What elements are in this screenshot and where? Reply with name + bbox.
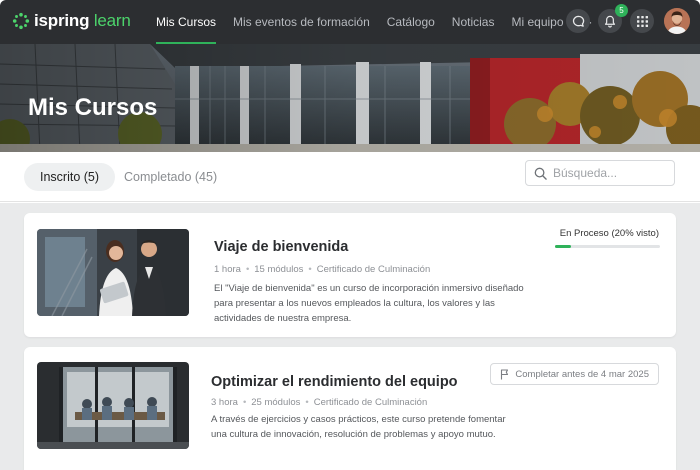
progress-fill — [555, 245, 571, 248]
top-navbar: ispring learn Mis Cursos Mis eventos de … — [0, 0, 700, 44]
chat-icon — [572, 15, 584, 27]
course-description: A través de ejercicios y casos prácticos… — [211, 414, 506, 440]
meta-separator: • — [242, 397, 247, 408]
nav-item-mis-eventos[interactable]: Mis eventos de formación — [233, 0, 370, 44]
chat-button[interactable] — [566, 9, 590, 33]
avatar[interactable] — [664, 8, 690, 34]
office-people-photo — [37, 229, 189, 316]
nav-item-mis-cursos[interactable]: Mis Cursos — [156, 0, 217, 44]
course-modules: 15 módulos — [254, 264, 304, 275]
notification-badge: 5 — [615, 4, 628, 17]
meta-separator: • — [308, 264, 312, 275]
nav-item-catalogo[interactable]: Catálogo — [387, 0, 435, 44]
search-icon — [534, 167, 547, 180]
hero-banner: Mis Cursos — [0, 44, 700, 152]
course-duration: 1 hora — [214, 264, 241, 275]
meeting-room-photo — [37, 362, 189, 449]
main-nav: Mis Cursos Mis eventos de formación Catá… — [156, 0, 610, 44]
apps-grid-icon — [636, 15, 648, 27]
bell-icon — [604, 15, 616, 28]
course-meta: 3 hora • 25 módulos • Certificado de Cul… — [211, 397, 427, 408]
course-status: En Proceso (20% visto) — [559, 228, 659, 239]
user-photo — [664, 8, 690, 34]
meta-separator: • — [245, 264, 250, 275]
course-certificate: Certificado de Culminación — [313, 397, 428, 408]
course-certificate: Certificado de Culminación — [316, 264, 431, 275]
nav-actions: 5 — [558, 4, 690, 34]
deadline-badge: Completar antes de 4 mar 2025 — [490, 363, 659, 385]
page-title: Mis Cursos — [28, 94, 158, 121]
course-card[interactable]: Optimizar el rendimiento del equipo 3 ho… — [24, 347, 676, 470]
tab-completado[interactable]: Completado (45) — [108, 163, 233, 191]
course-thumbnail[interactable] — [37, 229, 189, 316]
course-card[interactable]: Viaje de bienvenida 1 hora • 15 módulos … — [24, 213, 676, 337]
meta-separator: • — [305, 397, 309, 408]
logo-text: ispring learn — [34, 11, 131, 30]
apps-button[interactable] — [630, 9, 654, 33]
nav-item-mi-equipo[interactable]: Mi equipo — [511, 0, 563, 44]
nav-item-noticias[interactable]: Noticias — [452, 0, 495, 44]
logo[interactable]: ispring learn — [12, 11, 131, 31]
search-box[interactable] — [525, 160, 675, 186]
course-list: Viaje de bienvenida 1 hora • 15 módulos … — [0, 203, 700, 470]
course-duration: 3 hora — [211, 397, 238, 408]
course-modules: 25 módulos — [251, 397, 301, 408]
course-title[interactable]: Optimizar el rendimiento del equipo — [211, 374, 458, 390]
course-meta: 1 hora • 15 módulos • Certificado de Cul… — [214, 264, 430, 275]
course-title[interactable]: Viaje de bienvenida — [214, 239, 348, 255]
search-input[interactable] — [553, 166, 663, 180]
course-description: El "Viaje de bienvenida" es un curso de … — [214, 283, 524, 324]
notifications-button[interactable]: 5 — [598, 4, 628, 33]
flag-icon — [501, 368, 509, 379]
course-progress-bar — [555, 245, 660, 248]
course-thumbnail[interactable] — [37, 362, 189, 449]
logo-icon — [12, 12, 30, 30]
filter-bar: Inscrito (5) Completado (45) — [0, 152, 700, 202]
tab-inscrito[interactable]: Inscrito (5) — [24, 163, 116, 191]
deadline-text: Completar antes de 4 mar 2025 — [515, 368, 649, 380]
